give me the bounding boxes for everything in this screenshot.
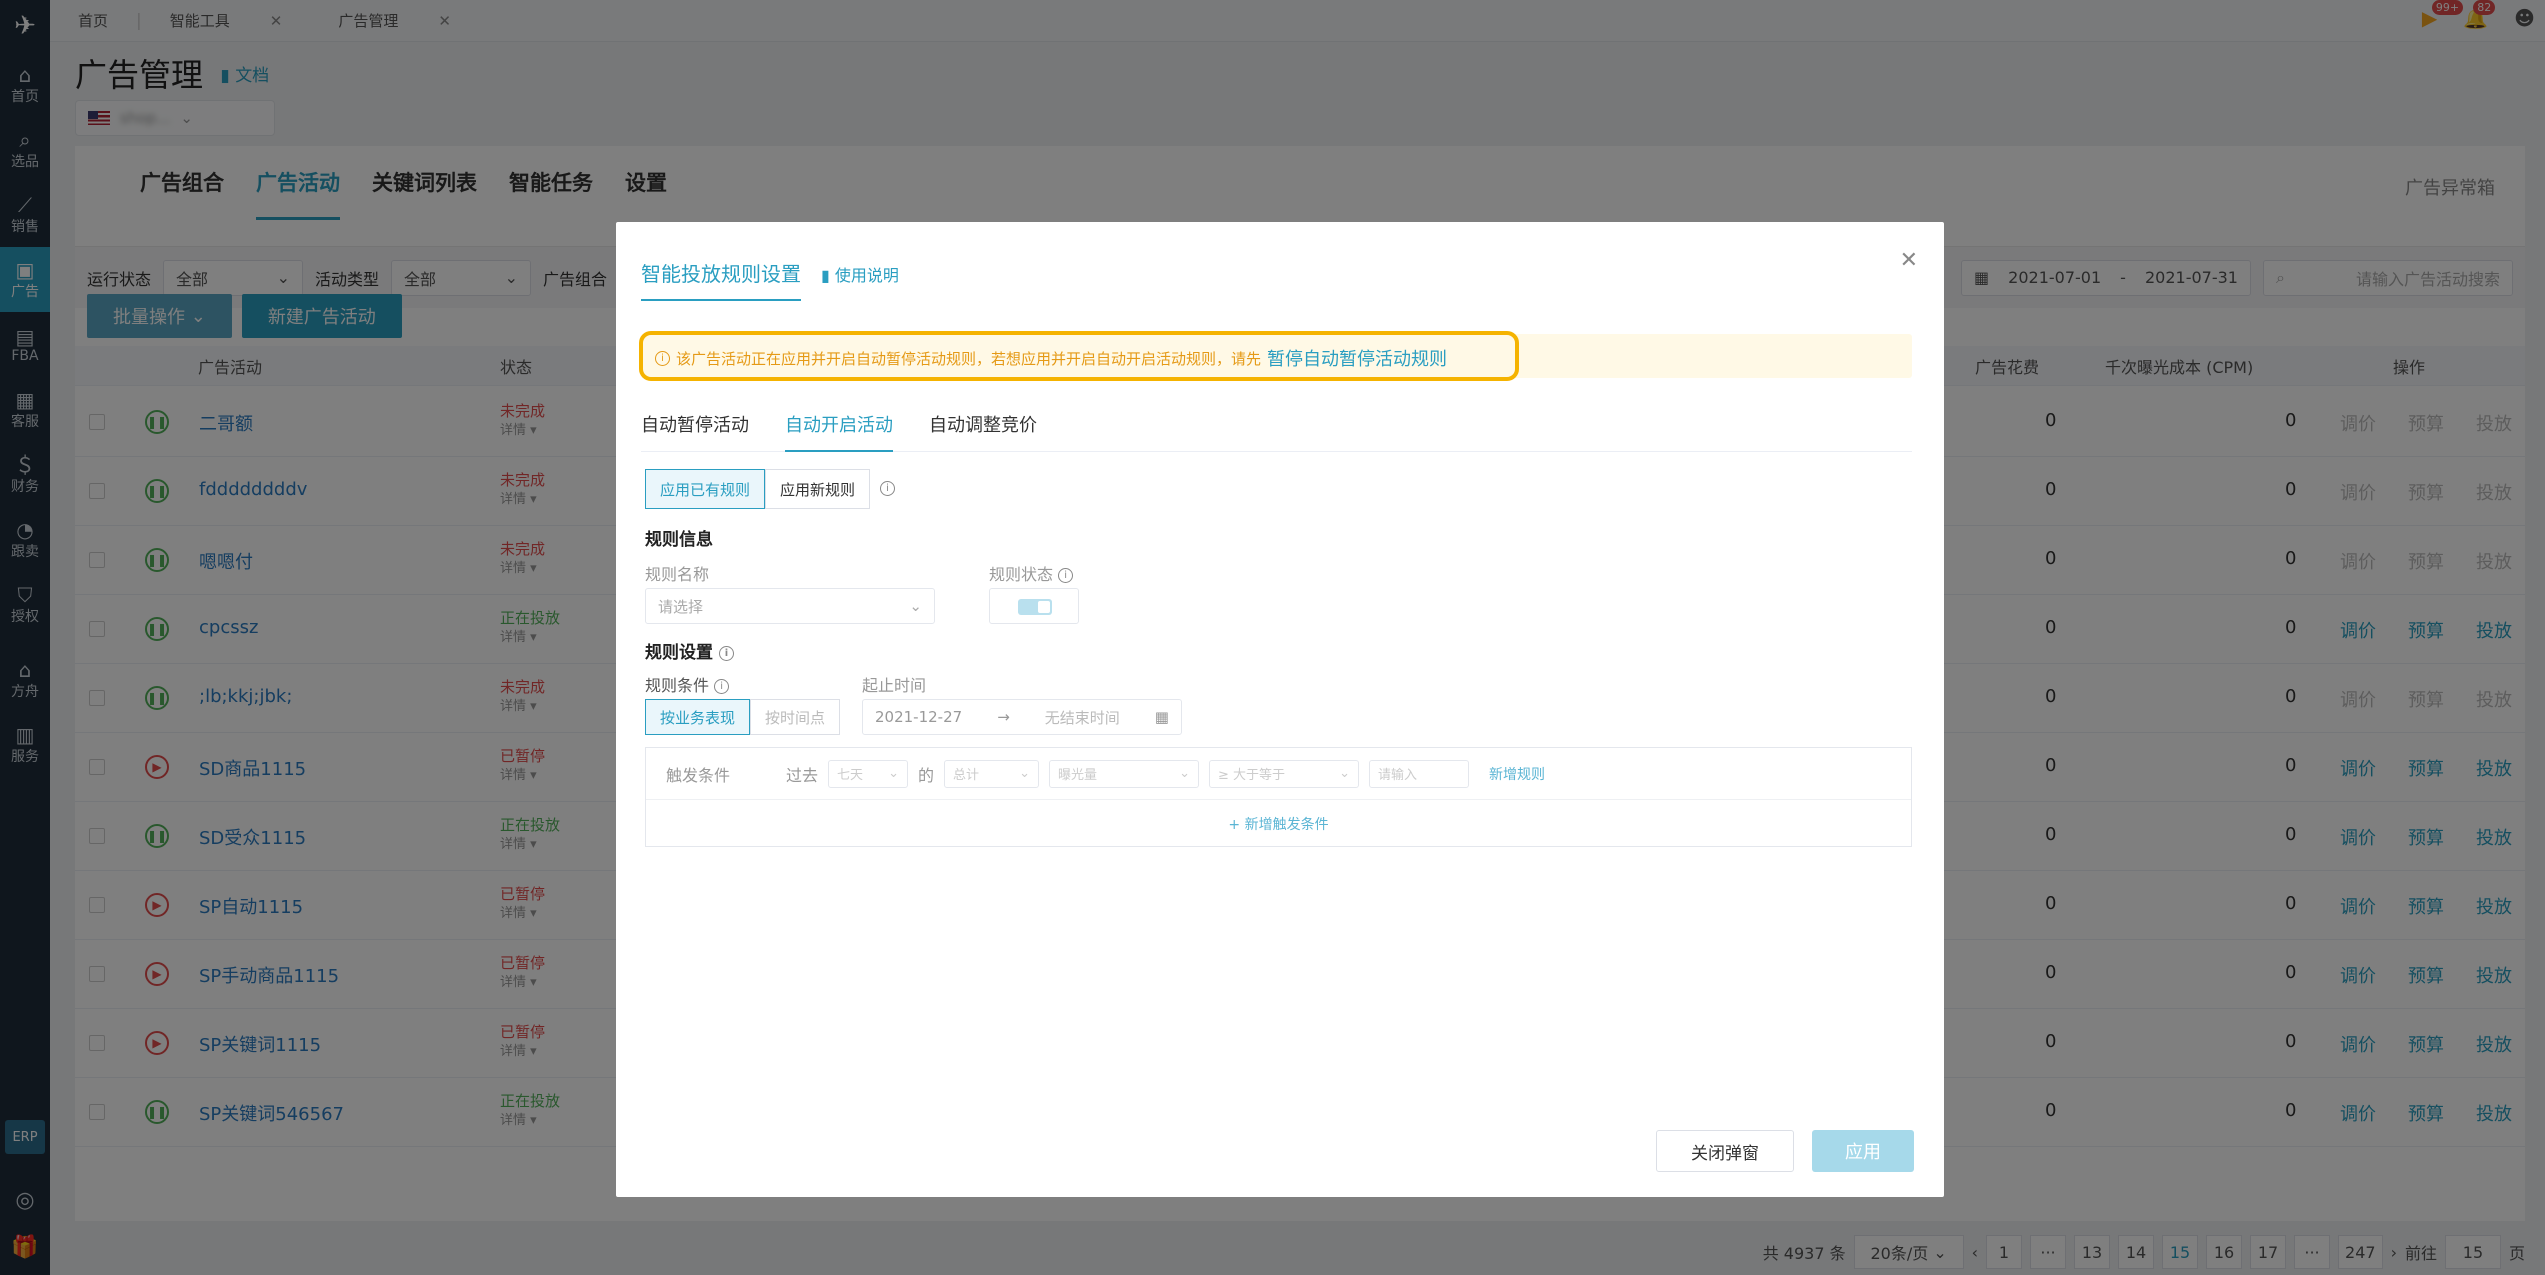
arrow-right-icon: →: [997, 708, 1010, 726]
info-icon: i: [718, 645, 734, 661]
days-select[interactable]: 七天 ⌄: [828, 759, 909, 788]
aggregate-select[interactable]: 总计 ⌄: [944, 759, 1040, 788]
add-trigger-condition-link[interactable]: + 新增触发条件: [646, 814, 1911, 834]
rule-tab-0[interactable]: 自动暂停活动: [641, 412, 749, 452]
toggle-switch: [1018, 599, 1052, 615]
info-icon: i: [655, 350, 670, 366]
info-icon: i: [714, 679, 730, 694]
help-link[interactable]: ▮ 使用说明: [821, 262, 899, 286]
calendar-icon: ▦: [1154, 708, 1169, 726]
smart-rule-modal: 智能投放规则设置 ▮ 使用说明 ✕ i 该广告活动正在应用并开启自动暂停活动规则…: [616, 222, 1944, 1197]
rule-status-toggle[interactable]: [989, 588, 1079, 624]
rule-mode-segment: 应用已有规则 应用新规则 i: [645, 469, 896, 509]
trigger-box: 触发条件 过去 七天 ⌄ 的 总计 ⌄ 曝光量 ⌄ ≥ 大于等于 ⌄ 请输入 新增规则 …: [645, 747, 1912, 847]
trigger-row: 触发条件 过去 七天 ⌄ 的 总计 ⌄ 曝光量 ⌄ ≥ 大于等于 ⌄ 请输入 新增规则: [646, 748, 1911, 800]
chevron-down-icon: ⌄: [909, 597, 922, 615]
by-time-button[interactable]: 按时间点: [750, 699, 841, 735]
rule-info-title: 规则信息: [645, 530, 713, 550]
apply-new-rule-button[interactable]: 应用新规则: [765, 469, 871, 509]
info-icon: i: [1058, 568, 1074, 583]
info-icon: i: [880, 481, 896, 496]
condition-segment: 按业务表现 按时间点: [645, 699, 841, 735]
by-performance-button[interactable]: 按业务表现: [645, 699, 751, 735]
rule-tab-1[interactable]: 自动开启活动: [785, 412, 893, 452]
metric-select[interactable]: 曝光量 ⌄: [1049, 759, 1200, 788]
time-range-picker[interactable]: 2021-12-27 → 无结束时间 ▦: [862, 699, 1182, 735]
close-icon[interactable]: ✕: [1900, 248, 1918, 273]
apply-button[interactable]: 应用: [1812, 1130, 1914, 1172]
add-rule-link[interactable]: 新增规则: [1489, 764, 1545, 784]
modal-title: 智能投放规则设置: [641, 258, 801, 301]
warning-banner: i 该广告活动正在应用并开启自动暂停活动规则，若想应用并开启自动开启活动规则，请…: [639, 331, 1912, 381]
close-modal-button[interactable]: 关闭弹窗: [1656, 1130, 1794, 1172]
rule-name-select[interactable]: 请选择 ⌄: [645, 588, 935, 624]
operator-select[interactable]: ≥ 大于等于 ⌄: [1209, 759, 1360, 788]
book-icon: ▮: [821, 266, 830, 285]
value-input[interactable]: 请输入: [1369, 759, 1470, 788]
rule-tab-2[interactable]: 自动调整竞价: [929, 412, 1037, 452]
rule-settings-title: 规则设置: [645, 643, 713, 663]
rule-type-tabs: 自动暂停活动 自动开启活动 自动调整竞价: [641, 412, 1912, 452]
apply-existing-rule-button[interactable]: 应用已有规则: [645, 469, 766, 509]
pause-rule-link[interactable]: 暂停自动暂停活动规则: [1267, 345, 1447, 371]
